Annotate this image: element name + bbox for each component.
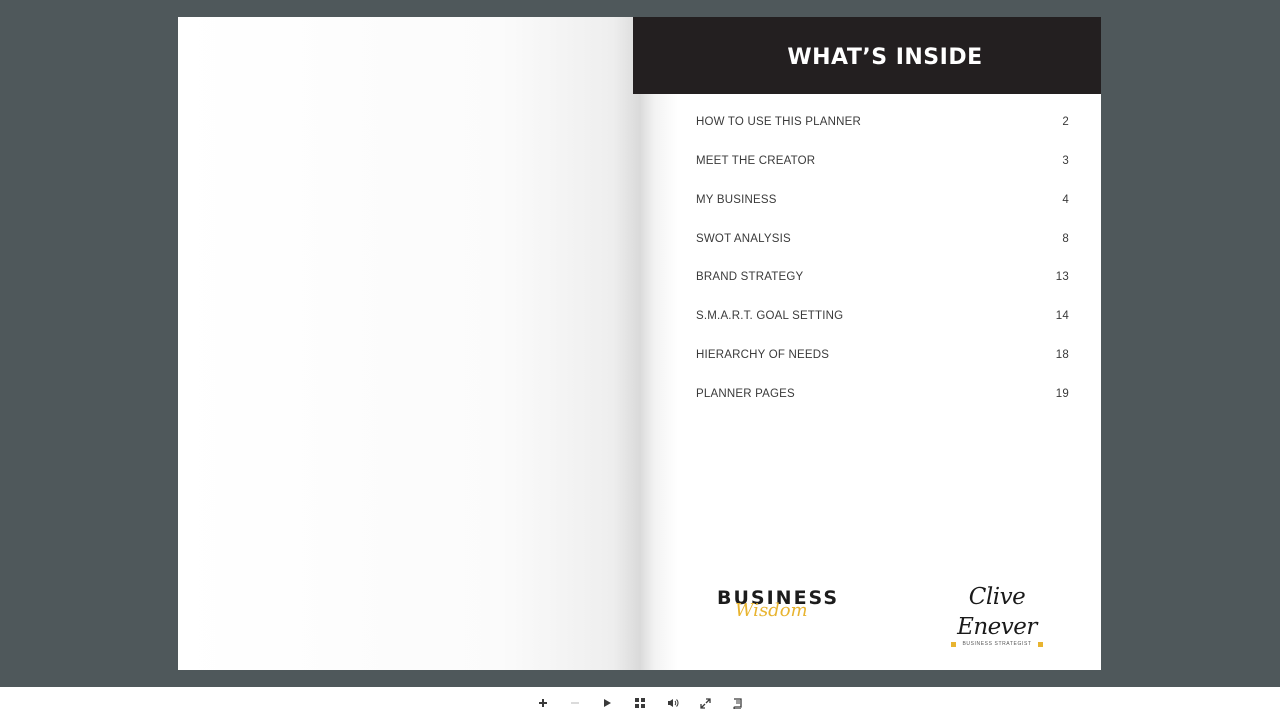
toc-item-page: 18 [1055,348,1069,361]
toc-item-page: 8 [1062,232,1069,245]
signature-subtitle: BUSINESS STRATEGIST [962,641,1032,647]
toc-item[interactable]: MEET THE CREATOR 3 [696,142,1069,181]
toc-item-label: MY BUSINESS [696,193,777,206]
toc-header: WHAT’S INSIDE [633,17,1101,94]
toc-item[interactable]: HOW TO USE THIS PLANNER 2 [696,103,1069,142]
toc-list: HOW TO USE THIS PLANNER 2 MEET THE CREAT… [696,103,1069,413]
toc-item[interactable]: HIERARCHY OF NEEDS 18 [696,336,1069,375]
grid-icon [635,698,645,708]
toc-item-page: 13 [1055,271,1069,284]
flipbook: WHAT’S INSIDE HOW TO USE THIS PLANNER 2 … [178,17,1101,670]
toc-item-label: HIERARCHY OF NEEDS [696,348,830,361]
toc-item-page: 3 [1062,155,1069,168]
right-page[interactable]: WHAT’S INSIDE HOW TO USE THIS PLANNER 2 … [633,17,1101,670]
sound-button[interactable] [665,695,681,711]
toc-item[interactable]: S.M.A.R.T. GOAL SETTING 14 [696,297,1069,336]
signature-name: Clive Enever [957,584,1037,640]
plus-icon [539,699,547,707]
toc-item[interactable]: PLANNER PAGES 19 [696,374,1069,413]
thumbnails-button[interactable] [632,695,648,711]
book-icon [732,697,742,709]
toc-item[interactable]: MY BUSINESS 4 [696,181,1069,220]
toc-item-page: 2 [1062,116,1069,129]
toc-item-label: HOW TO USE THIS PLANNER [696,116,861,129]
toc-item[interactable]: SWOT ANALYSIS 8 [696,219,1069,258]
toc-item-label: BRAND STRATEGY [696,271,804,284]
toc-item-label: S.M.A.R.T. GOAL SETTING [696,310,844,323]
play-button[interactable] [599,695,615,711]
accent-square-icon [1037,641,1043,647]
clive-enever-logo: Clive Enever BUSINESS STRATEGIST [927,582,1067,647]
toc-item-label: SWOT ANALYSIS [696,232,791,245]
toc-item-page: 14 [1055,310,1069,323]
signature-subtitle-row: BUSINESS STRATEGIST [927,641,1067,647]
toc-item-label: MEET THE CREATOR [696,155,816,168]
business-wisdom-logo: BUSINESS Wisdom [711,587,841,627]
minus-icon [571,702,579,704]
play-icon [604,699,611,707]
toc-item-page: 19 [1055,387,1069,400]
speaker-icon [668,699,679,707]
accent-square-icon [951,641,957,647]
logo-script: Wisdom [735,600,808,621]
fullscreen-button[interactable] [697,695,713,711]
left-page[interactable] [178,17,641,670]
toc-item-page: 4 [1062,193,1069,206]
toc-item-label: PLANNER PAGES [696,387,795,400]
zoom-in-button[interactable] [535,695,551,711]
zoom-out-button[interactable] [567,695,583,711]
viewer-toolbar [0,687,1280,720]
toc-item[interactable]: BRAND STRATEGY 13 [696,258,1069,297]
page-title: WHAT’S INSIDE [787,45,983,70]
expand-icon [699,697,711,709]
table-of-contents-button[interactable] [729,695,745,711]
